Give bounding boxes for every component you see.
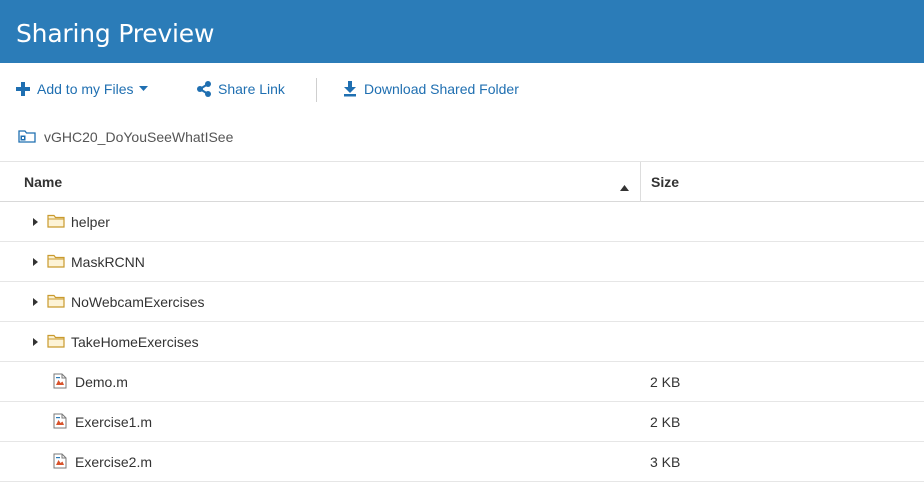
- name-cell: NoWebcamExercises: [31, 282, 205, 322]
- breadcrumb-folder[interactable]: vGHC20_DoYouSeeWhatISee: [44, 129, 233, 145]
- expand-arrow-icon[interactable]: [31, 297, 39, 307]
- share-link-label: Share Link: [218, 81, 285, 97]
- app-header: Sharing Preview: [0, 0, 924, 63]
- size-cell: 2 KB: [650, 374, 681, 390]
- size-cell: 2 KB: [650, 414, 681, 430]
- expand-arrow-icon[interactable]: [31, 337, 39, 347]
- share-link-button[interactable]: Share Link: [196, 77, 285, 101]
- name-column-header[interactable]: Name: [24, 162, 62, 202]
- item-name[interactable]: Exercise2.m: [75, 454, 152, 470]
- table-row[interactable]: NoWebcamExercises: [0, 282, 924, 322]
- folder-icon: [47, 334, 65, 351]
- table-row[interactable]: Exercise1.m 2 KB: [0, 402, 924, 442]
- toolbar: Add to my Files Share Link Download Shar…: [0, 63, 924, 115]
- download-shared-folder-label: Download Shared Folder: [364, 81, 519, 97]
- expand-arrow-icon[interactable]: [31, 217, 39, 227]
- table-row[interactable]: MaskRCNN: [0, 242, 924, 282]
- name-cell: Exercise2.m: [53, 442, 152, 482]
- plus-icon: [15, 81, 31, 97]
- download-shared-folder-button[interactable]: Download Shared Folder: [344, 77, 519, 101]
- matlab-file-icon: [53, 453, 67, 472]
- table-row[interactable]: TakeHomeExercises: [0, 322, 924, 362]
- table-row[interactable]: Demo.m 2 KB: [0, 362, 924, 402]
- column-divider[interactable]: [640, 162, 641, 202]
- folder-icon: [47, 214, 65, 231]
- item-name[interactable]: Demo.m: [75, 374, 128, 390]
- table-row[interactable]: helper: [0, 202, 924, 242]
- caret-down-icon: [139, 86, 149, 92]
- toolbar-divider: [316, 78, 317, 102]
- matlab-file-icon: [53, 413, 67, 432]
- name-cell: Exercise1.m: [53, 402, 152, 442]
- add-to-my-files-label: Add to my Files: [37, 81, 134, 97]
- add-to-my-files-button[interactable]: Add to my Files: [15, 77, 149, 101]
- size-column-header[interactable]: Size: [651, 162, 679, 202]
- shared-folder-icon: [18, 129, 36, 146]
- expand-arrow-icon[interactable]: [31, 257, 39, 267]
- page-title: Sharing Preview: [16, 19, 215, 48]
- breadcrumb: vGHC20_DoYouSeeWhatISee: [18, 127, 233, 147]
- sort-ascending-icon[interactable]: [620, 178, 629, 196]
- table-header: Name Size: [0, 161, 924, 202]
- download-icon: [344, 81, 356, 97]
- name-cell: TakeHomeExercises: [31, 322, 199, 362]
- folder-icon: [47, 294, 65, 311]
- name-cell: helper: [31, 202, 110, 242]
- item-name[interactable]: TakeHomeExercises: [71, 334, 199, 350]
- item-name[interactable]: Exercise1.m: [75, 414, 152, 430]
- item-name[interactable]: helper: [71, 214, 110, 230]
- name-cell: MaskRCNN: [31, 242, 145, 282]
- folder-icon: [47, 254, 65, 271]
- name-cell: Demo.m: [53, 362, 128, 402]
- matlab-file-icon: [53, 373, 67, 392]
- share-icon: [196, 81, 212, 97]
- item-name[interactable]: NoWebcamExercises: [71, 294, 205, 310]
- table-row[interactable]: Exercise2.m 3 KB: [0, 442, 924, 482]
- size-cell: 3 KB: [650, 454, 681, 470]
- item-name[interactable]: MaskRCNN: [71, 254, 145, 270]
